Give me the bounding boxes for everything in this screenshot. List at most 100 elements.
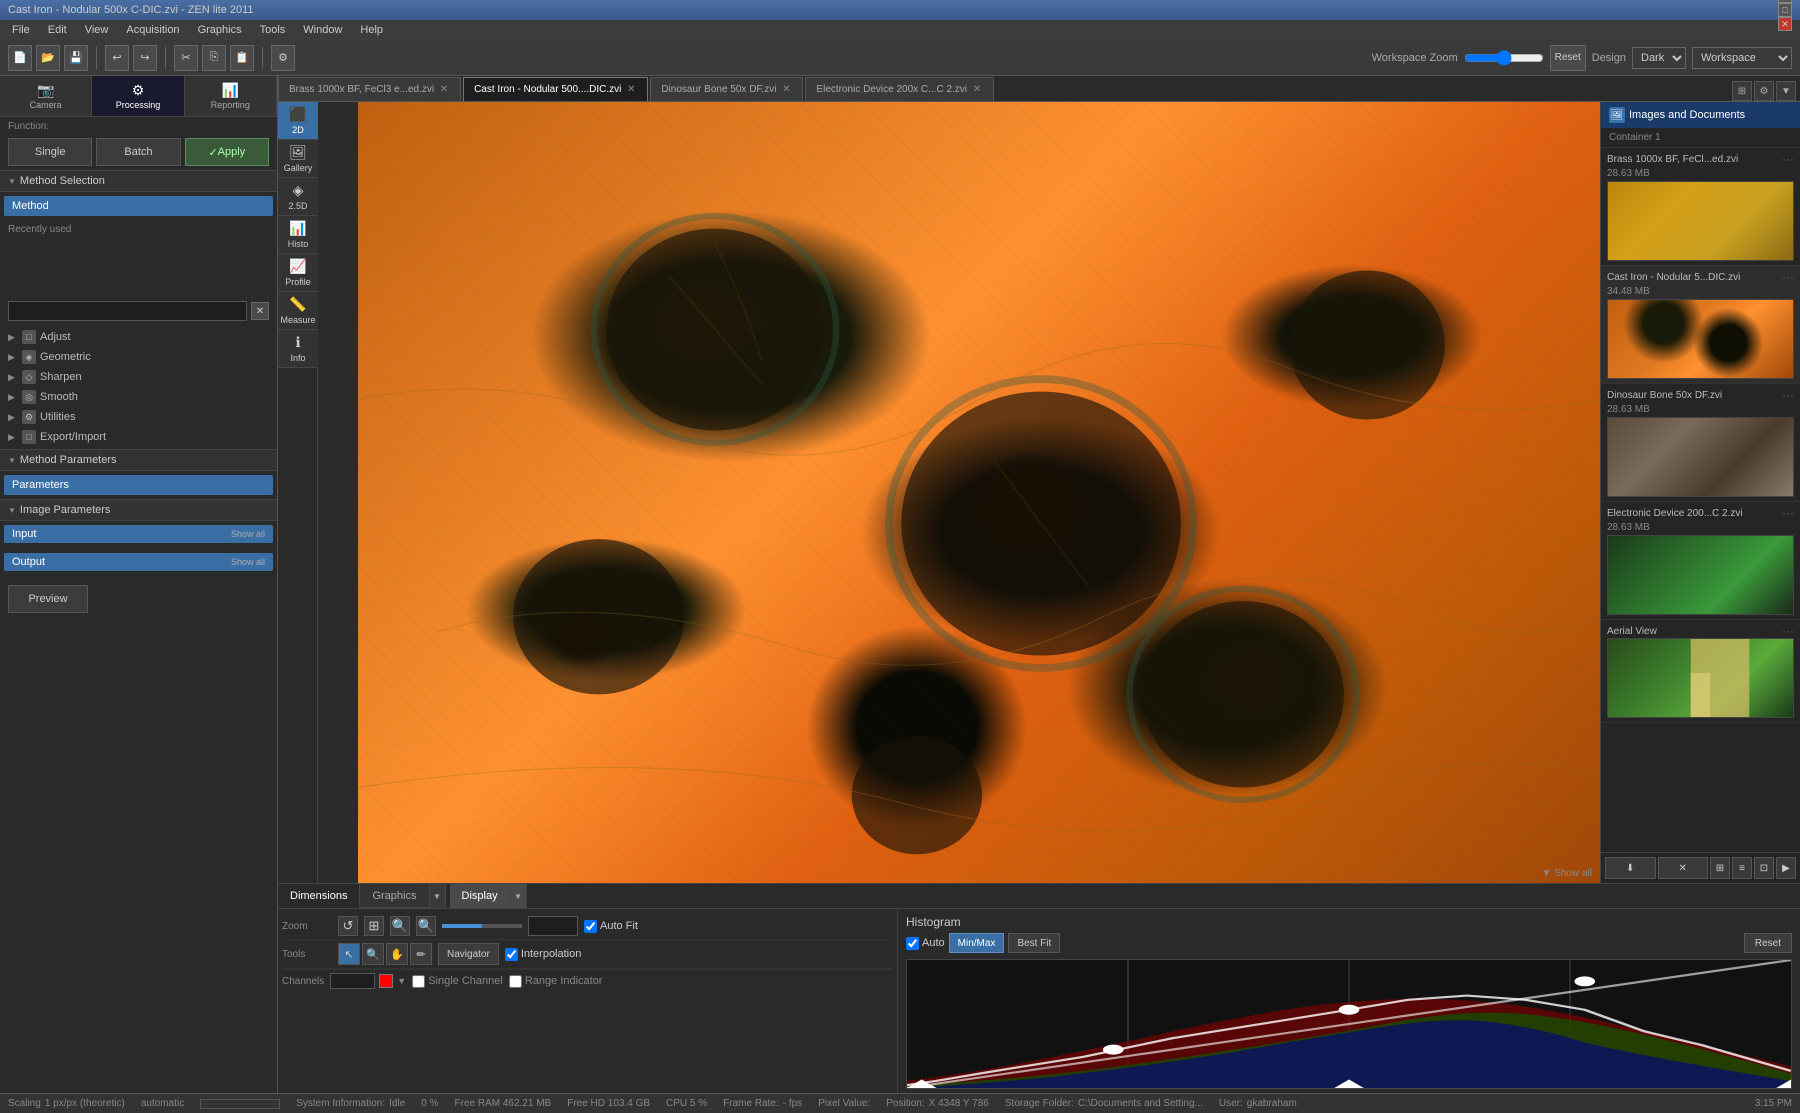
apply-button[interactable]: ✓ Apply <box>185 138 269 166</box>
tree-item-export-import[interactable]: ▶ □ Export/Import <box>0 427 277 447</box>
tree-item-sharpen[interactable]: ▶ ◇ Sharpen <box>0 367 277 387</box>
hist-minmax-button[interactable]: Min/Max <box>949 933 1005 953</box>
navigator-button[interactable]: Navigator <box>438 943 499 965</box>
single-channel-checkbox[interactable] <box>412 975 425 988</box>
output-show-all[interactable]: Show all <box>231 557 265 567</box>
tool-zoom-button[interactable]: 🔍 <box>362 943 384 965</box>
method-selected-item[interactable]: Method <box>4 196 273 216</box>
toolbar-copy[interactable]: ⎘ <box>202 45 226 71</box>
hist-auto-checkbox[interactable] <box>906 937 919 950</box>
view-measure-button[interactable]: 📏 Measure <box>278 292 318 330</box>
card-menu-dinosaur[interactable]: ··· <box>1782 388 1794 402</box>
doc-tab-castiron[interactable]: Cast Iron - Nodular 500....DIC.zvi ✕ <box>463 77 648 101</box>
menu-acquisition[interactable]: Acquisition <box>118 22 187 38</box>
close-tab-brass[interactable]: ✕ <box>438 84 450 96</box>
layout-btn-1[interactable]: ⊞ <box>1710 857 1730 879</box>
output-param-row[interactable]: Output Show all <box>4 553 273 571</box>
search-clear-button[interactable]: ✕ <box>251 302 269 320</box>
tool-pan-button[interactable]: ✋ <box>386 943 408 965</box>
image-params-header[interactable]: Image Parameters <box>0 499 277 521</box>
toolbar-cut[interactable]: ✂ <box>174 45 198 71</box>
menu-view[interactable]: View <box>77 22 117 38</box>
menu-tools[interactable]: Tools <box>252 22 294 38</box>
image-card-dinosaur[interactable]: Dinosaur Bone 50x DF.zvi ··· 28.63 MB <box>1601 384 1800 502</box>
hist-bestfit-button[interactable]: Best Fit <box>1008 933 1060 953</box>
import-button[interactable]: ⬇ <box>1605 857 1656 879</box>
close-tab-electronic[interactable]: ✕ <box>971 84 983 96</box>
doc-tab-dinosaur[interactable]: Dinosaur Bone 50x DF.zvi ✕ <box>650 77 803 101</box>
theme-dropdown[interactable]: Dark Light <box>1632 47 1686 69</box>
zoom-out-button[interactable]: 🔍 <box>390 916 410 936</box>
menu-edit[interactable]: Edit <box>40 22 75 38</box>
view-2d-button[interactable]: ⬛ 2D <box>278 102 318 140</box>
toolbar-undo[interactable]: ↩ <box>105 45 129 71</box>
doc-tab-electronic[interactable]: Electronic Device 200x C...C 2.zvi ✕ <box>805 77 994 101</box>
image-card-electronic[interactable]: Electronic Device 200...C 2.zvi ··· 28.6… <box>1601 502 1800 620</box>
close-tab-castiron[interactable]: ✕ <box>625 84 637 96</box>
workspace-dropdown[interactable]: Workspace <box>1692 47 1792 69</box>
toolbar-open[interactable]: 📂 <box>36 45 60 71</box>
autofit-checkbox[interactable] <box>584 920 597 933</box>
doc-tab-brass[interactable]: Brass 1000x BF, FeCl3 e...ed.zvi ✕ <box>278 77 461 101</box>
toolbar-save[interactable]: 💾 <box>64 45 88 71</box>
tab-grid-view-button[interactable]: ⊞ <box>1732 81 1752 101</box>
view-info-button[interactable]: ℹ Info <box>278 330 318 368</box>
card-menu-castiron[interactable]: ··· <box>1782 270 1794 284</box>
toolbar-extra[interactable]: ⚙ <box>271 45 295 71</box>
display-tab[interactable]: Display <box>450 884 511 908</box>
toolbar-paste[interactable]: 📋 <box>230 45 254 71</box>
remove-button[interactable]: ✕ <box>1658 857 1709 879</box>
tree-item-smooth[interactable]: ▶ ◎ Smooth <box>0 387 277 407</box>
image-card-castiron[interactable]: Cast Iron - Nodular 5...DIC.zvi ··· 34.4… <box>1601 266 1800 384</box>
input-param-row[interactable]: Input Show all <box>4 525 273 543</box>
toolbar-new[interactable]: 📄 <box>8 45 32 71</box>
channel-name-input[interactable]: Chan <box>330 973 375 989</box>
menu-graphics[interactable]: Graphics <box>190 22 250 38</box>
tree-item-geometric[interactable]: ▶ ◈ Geometric <box>0 347 277 367</box>
close-tab-dinosaur[interactable]: ✕ <box>780 84 792 96</box>
single-channel-label[interactable]: Single Channel <box>412 975 503 988</box>
channel-color-swatch[interactable] <box>379 974 393 988</box>
preview-button[interactable]: Preview <box>8 585 88 613</box>
autofit-checkbox-label[interactable]: Auto Fit <box>584 920 638 933</box>
view-profile-button[interactable]: 📈 Profile <box>278 254 318 292</box>
layout-btn-3[interactable]: ⊡ <box>1754 857 1774 879</box>
card-menu-brass[interactable]: ··· <box>1782 152 1794 166</box>
method-selection-header[interactable]: Method Selection <box>0 170 277 192</box>
workspace-zoom-slider[interactable] <box>1464 50 1544 66</box>
card-menu-aerial[interactable]: ··· <box>1782 624 1794 638</box>
search-input[interactable] <box>8 301 247 321</box>
card-menu-electronic[interactable]: ··· <box>1782 506 1794 520</box>
hist-auto-cb-label[interactable]: Auto <box>906 937 945 950</box>
view-gallery-button[interactable]: 🖼 Gallery <box>278 140 318 178</box>
tree-item-utilities[interactable]: ▶ ⚙ Utilities <box>0 407 277 427</box>
zoom-reset-button[interactable]: ↺ <box>338 916 358 936</box>
toolbar-redo[interactable]: ↪ <box>133 45 157 71</box>
hist-reset-button[interactable]: Reset <box>1744 933 1792 953</box>
method-params-header[interactable]: Method Parameters <box>0 449 277 471</box>
interpolation-label[interactable]: Interpolation <box>505 948 582 961</box>
view-2-5d-button[interactable]: ◈ 2.5D <box>278 178 318 216</box>
layout-btn-4[interactable]: ▶ <box>1776 857 1796 879</box>
tree-item-adjust[interactable]: ▶ □ Adjust <box>0 327 277 347</box>
image-card-brass[interactable]: Brass 1000x BF, FeCl...ed.zvi ··· 28.63 … <box>1601 148 1800 266</box>
dimensions-dropdown[interactable]: ▼ <box>430 884 446 908</box>
workspace-reset-button[interactable]: Reset <box>1550 45 1586 71</box>
tab-more-button[interactable]: ▼ <box>1776 81 1796 101</box>
maximize-button[interactable]: □ <box>1778 3 1792 17</box>
channel-dropdown-arrow[interactable]: ▼ <box>397 976 406 986</box>
menu-window[interactable]: Window <box>295 22 350 38</box>
parameters-selected[interactable]: Parameters <box>4 475 273 495</box>
reporting-mode-btn[interactable]: 📊 Reporting <box>185 76 277 116</box>
tool-pointer-button[interactable]: ↖ <box>338 943 360 965</box>
zoom-fit-button[interactable]: ⊞ <box>364 916 384 936</box>
batch-button[interactable]: Batch <box>96 138 180 166</box>
zoom-in-button[interactable]: 🔍 <box>416 916 436 936</box>
menu-help[interactable]: Help <box>352 22 391 38</box>
tool-draw-button[interactable]: ✏ <box>410 943 432 965</box>
image-card-aerial[interactable]: Aerial View ··· <box>1601 620 1800 723</box>
single-button[interactable]: Single <box>8 138 92 166</box>
range-indicator-label[interactable]: Range Indicator <box>509 975 603 988</box>
zoom-value-input[interactable]: 25 % <box>528 916 578 936</box>
show-all-link[interactable]: ▼ Show all <box>1542 868 1592 879</box>
